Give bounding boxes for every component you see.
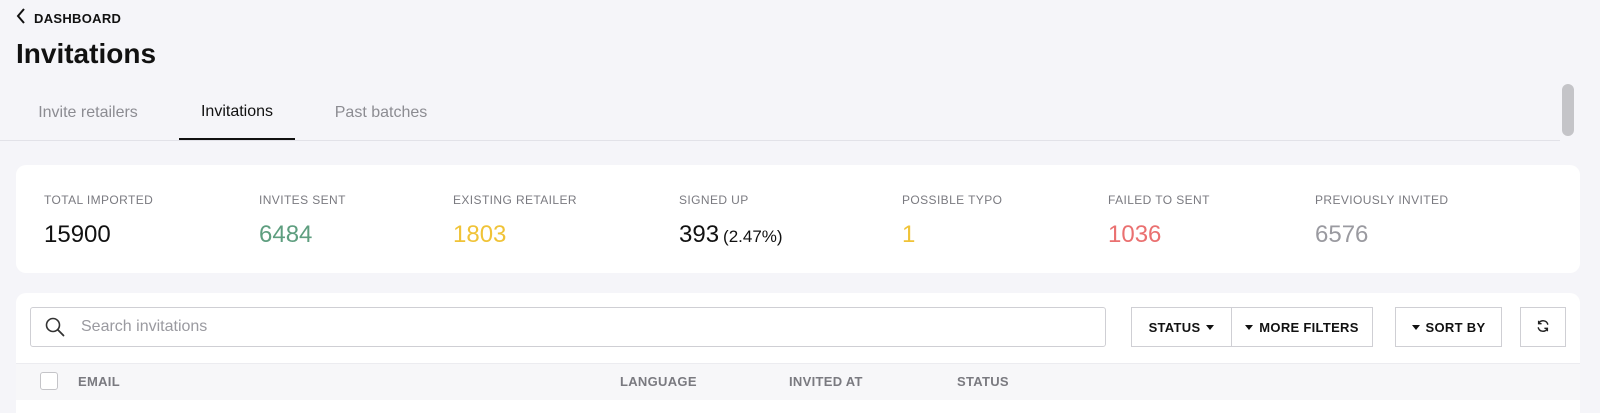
invitations-table-card: STATUS MORE FILTERS SORT BY EMAIL LANGUA…: [16, 293, 1580, 413]
stat-existing-retailer: EXISTING RETAILER 1803: [453, 193, 577, 249]
stat-percentage: (2.47%): [723, 227, 783, 246]
search-input[interactable]: [79, 317, 983, 337]
stat-value-wrap: 393 (2.47%): [679, 221, 783, 249]
caret-down-icon: [1245, 324, 1254, 330]
select-all-checkbox[interactable]: [40, 372, 58, 390]
stat-label: SIGNED UP: [679, 193, 749, 207]
stat-label: INVITES SENT: [259, 193, 346, 207]
column-header-email[interactable]: EMAIL: [78, 374, 120, 389]
sort-by-label: SORT BY: [1425, 319, 1486, 335]
stat-value: 6484: [259, 221, 313, 248]
stat-total-imported: TOTAL IMPORTED 15900: [44, 193, 153, 249]
column-header-status[interactable]: STATUS: [957, 374, 1009, 389]
stat-label: POSSIBLE TYPO: [902, 193, 1003, 207]
page-title: Invitations: [16, 38, 157, 69]
stat-label: TOTAL IMPORTED: [44, 193, 154, 207]
tab-invite-retailers[interactable]: Invite retailers: [18, 86, 158, 140]
stat-value: 6576: [1315, 221, 1369, 248]
stat-label: PREVIOUSLY INVITED: [1315, 193, 1449, 207]
column-header-invited-at[interactable]: INVITED AT: [789, 374, 863, 389]
stats-summary-card: TOTAL IMPORTED 15900 INVITES SENT 6484 E…: [16, 165, 1580, 273]
stat-label: EXISTING RETAILER: [453, 193, 577, 207]
stat-value: 15900: [44, 221, 111, 248]
sort-by-button[interactable]: SORT BY: [1395, 307, 1502, 347]
search-icon: [45, 317, 65, 337]
caret-down-icon: [1206, 324, 1215, 330]
status-filter-label: STATUS: [1148, 319, 1201, 335]
more-filters-button[interactable]: MORE FILTERS: [1231, 307, 1373, 347]
more-filters-label: MORE FILTERS: [1259, 319, 1359, 335]
stat-signed-up: SIGNED UP 393 (2.47%): [679, 193, 783, 249]
stat-label: FAILED TO SENT: [1108, 193, 1210, 207]
stat-value: 1036: [1108, 221, 1162, 248]
back-to-dashboard-link[interactable]: DASHBOARD: [16, 8, 121, 29]
caret-down-icon: [1411, 324, 1420, 330]
stat-possible-typo: POSSIBLE TYPO 1: [902, 193, 1002, 249]
refresh-button[interactable]: [1520, 307, 1566, 347]
stat-invites-sent: INVITES SENT 6484: [259, 193, 346, 249]
tab-bar: Invite retailers Invitations Past batche…: [0, 86, 1560, 141]
table-header-row: EMAIL LANGUAGE INVITED AT STATUS: [16, 363, 1580, 400]
stat-failed-to-sent: FAILED TO SENT 1036: [1108, 193, 1210, 249]
column-header-language[interactable]: LANGUAGE: [620, 374, 697, 389]
search-box: [30, 307, 1106, 347]
tab-past-batches[interactable]: Past batches: [316, 86, 446, 140]
refresh-icon: [1536, 319, 1550, 336]
status-filter-button[interactable]: STATUS: [1131, 307, 1232, 347]
stat-value: 393: [679, 221, 720, 248]
back-link-label: DASHBOARD: [34, 11, 122, 26]
chevron-left-icon: [16, 8, 26, 29]
stat-value: 1803: [453, 221, 507, 248]
stat-previously-invited: PREVIOUSLY INVITED 6576: [1315, 193, 1448, 249]
stat-value: 1: [902, 221, 916, 248]
tab-invitations[interactable]: Invitations: [179, 86, 295, 140]
scrollbar-thumb[interactable]: [1562, 84, 1574, 136]
